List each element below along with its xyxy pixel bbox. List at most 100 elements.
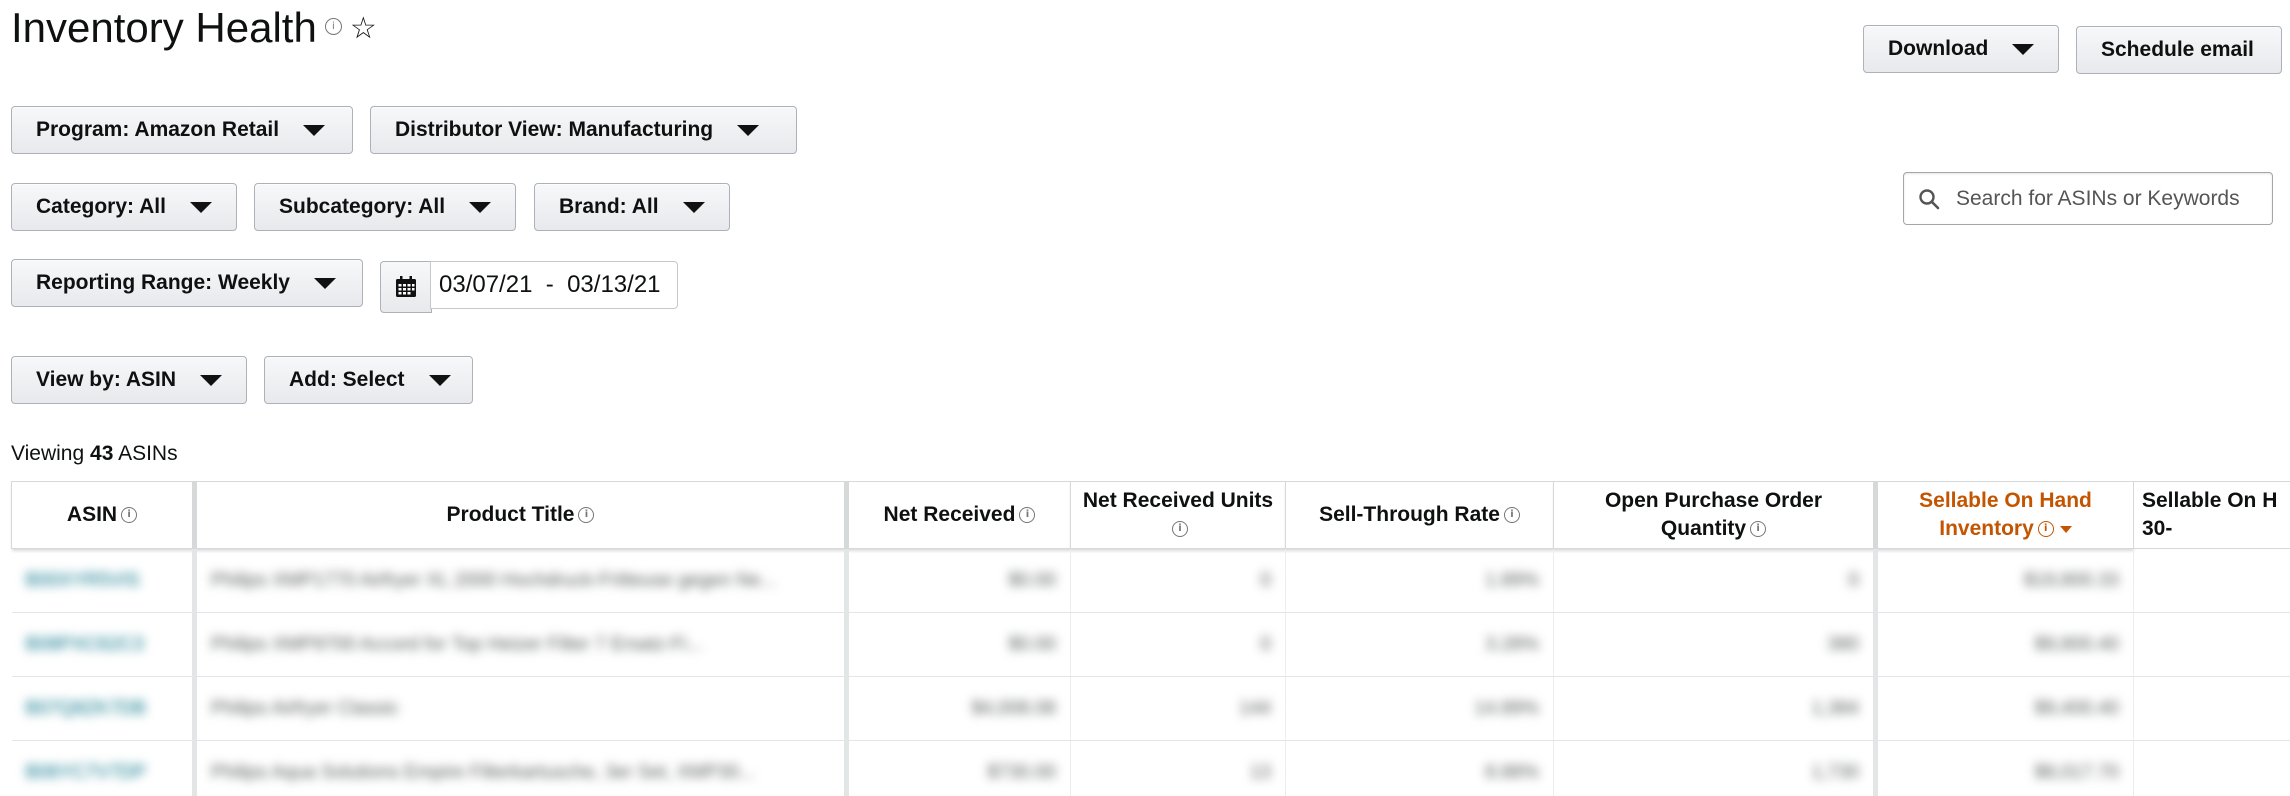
category-dropdown-label: Category: All: [36, 195, 166, 218]
subcategory-dropdown[interactable]: Subcategory: All: [254, 183, 516, 231]
date-range-input[interactable]: 03/07/21 - 03/13/21: [430, 261, 678, 309]
column-header-sellable-on-hand-inventory[interactable]: Sellable On Hand Inventory i: [1875, 481, 2134, 549]
brand-dropdown-label: Brand: All: [559, 195, 659, 218]
info-icon[interactable]: i: [1503, 507, 1520, 524]
search-input[interactable]: [1954, 185, 2258, 212]
table-cell: 8.88%: [1285, 740, 1554, 796]
info-icon[interactable]: i: [2037, 521, 2054, 538]
search-box[interactable]: [1903, 172, 2273, 225]
asin-link[interactable]: B06YC7V7DP: [11, 740, 197, 796]
table-cell: $730.00: [846, 740, 1071, 796]
view-by-dropdown[interactable]: View by: ASIN: [11, 356, 247, 404]
program-dropdown[interactable]: Program: Amazon Retail: [11, 106, 353, 154]
reporting-range-label: Reporting Range: Weekly: [36, 271, 290, 294]
sort-descending-icon: [2059, 525, 2072, 533]
table-cell: [2133, 676, 2290, 741]
column-header-label: Sellable On H 30-: [2142, 489, 2278, 540]
view-by-label: View by: ASIN: [36, 368, 177, 391]
table-header-row: ASIN i Product Title i Net Received i Net R…: [11, 481, 2290, 549]
table-cell: 13: [1070, 740, 1286, 796]
search-icon: [1919, 188, 1940, 209]
table-cell: 1,730: [1553, 740, 1878, 796]
brand-dropdown[interactable]: Brand: All: [534, 183, 730, 231]
column-header-product-title[interactable]: Product Title i: [194, 481, 849, 549]
schedule-email-button[interactable]: Schedule email: [2076, 26, 2282, 74]
distributor-view-dropdown[interactable]: Distributor View: Manufacturing: [370, 106, 797, 154]
distributor-view-label: Distributor View: Manufacturing: [395, 118, 714, 141]
table-cell: $8,017.70: [1875, 740, 2134, 796]
asin-link[interactable]: B00XYR5VIS: [11, 548, 197, 613]
table-row[interactable]: B06YC7V7DP Philips Aqua Solutions Empire …: [11, 740, 2290, 796]
column-header-open-po-quantity[interactable]: Open Purchase Order Quantity i: [1553, 481, 1878, 549]
info-icon[interactable]: i: [1172, 521, 1188, 538]
table-cell: 1.89%: [1285, 548, 1554, 613]
table-row[interactable]: B08PXC62C3 Philips XMP9700 Accord for Top…: [11, 612, 2290, 677]
table-cell: 0: [1070, 548, 1286, 613]
table-cell: 1,384: [1553, 676, 1878, 741]
column-header-net-received-units[interactable]: Net Received Units i: [1070, 481, 1286, 549]
download-button-label: Download: [1888, 37, 1989, 60]
table-cell: $0.00: [846, 548, 1071, 613]
column-header-sell-through-rate[interactable]: Sell-Through Rate i: [1285, 481, 1554, 549]
table-cell: 144: [1070, 676, 1286, 741]
subcategory-dropdown-label: Subcategory: All: [279, 195, 446, 218]
add-dropdown[interactable]: Add: Select: [264, 356, 473, 404]
chevron-down-icon: [200, 374, 223, 386]
chevron-down-icon: [428, 374, 451, 386]
result-count-number: 43: [90, 442, 114, 465]
table-cell: $9,400.40: [1875, 676, 2134, 741]
chevron-down-icon: [737, 124, 760, 136]
table-cell: $4,008.08: [846, 676, 1071, 741]
chevron-down-icon: [314, 277, 336, 289]
result-count: Viewing 43 ASINs: [11, 442, 178, 466]
table-cell: 14.89%: [1285, 676, 1554, 741]
info-icon[interactable]: i: [1750, 521, 1767, 538]
table-cell: [2133, 548, 2290, 613]
schedule-email-label: Schedule email: [2101, 38, 2254, 61]
column-header-label: Net Received Units: [1082, 489, 1274, 512]
table-cell: 0: [1553, 548, 1878, 613]
column-header-label: Open Purchase Order Quantity: [1604, 489, 1823, 540]
table-row[interactable]: B07Q8ZK7DB Philips Airfryer Classic $4,008…: [11, 676, 2290, 741]
column-header-net-received[interactable]: Net Received i: [846, 481, 1071, 549]
info-icon[interactable]: i: [578, 507, 595, 524]
page-title-text: Inventory Health: [11, 4, 317, 51]
column-header-label: Sell-Through Rate: [1319, 503, 1500, 526]
column-header-sellable-on-hand-30[interactable]: Sellable On H 30-: [2133, 481, 2290, 549]
column-header-label: Product Title: [446, 503, 575, 526]
table-cell: 3.28%: [1285, 612, 1554, 677]
chevron-down-icon: [189, 201, 212, 213]
calendar-icon: [396, 276, 416, 297]
result-count-prefix: Viewing: [11, 442, 85, 465]
table-cell: Philips Airfryer Classic: [194, 676, 849, 741]
column-header-label: Net Received: [883, 503, 1016, 526]
column-header-label: ASIN: [66, 503, 118, 526]
chevron-down-icon: [2012, 43, 2035, 55]
page-title: Inventory Health i ☆: [11, 4, 377, 52]
table-cell: $9,800.40: [1875, 612, 2134, 677]
table-cell: [2133, 612, 2290, 677]
category-dropdown[interactable]: Category: All: [11, 183, 237, 231]
add-dropdown-label: Add: Select: [289, 368, 405, 391]
star-outline-icon[interactable]: ☆: [350, 11, 377, 46]
inventory-table: ASIN i Product Title i Net Received i Net R…: [11, 481, 2290, 796]
calendar-button[interactable]: [380, 261, 432, 313]
table-cell: [2133, 740, 2290, 796]
table-cell: Philips Aqua Solutions Empire Filterkart…: [194, 740, 849, 796]
table-cell: $0.00: [846, 612, 1071, 677]
info-icon[interactable]: i: [324, 18, 342, 36]
result-count-suffix: ASINs: [118, 442, 178, 465]
table-cell: 380: [1553, 612, 1878, 677]
column-header-asin[interactable]: ASIN i: [11, 481, 197, 549]
table-row[interactable]: B00XYR5VIS Philips XMP1770 Airfryer XL 20…: [11, 548, 2290, 613]
asin-link[interactable]: B07Q8ZK7DB: [11, 676, 197, 741]
asin-link[interactable]: B08PXC62C3: [11, 612, 197, 677]
info-icon[interactable]: i: [1019, 507, 1036, 524]
table-cell: 0: [1070, 612, 1286, 677]
chevron-down-icon: [469, 201, 492, 213]
download-button[interactable]: Download: [1863, 25, 2059, 73]
table-cell: Philips XMP9700 Accord for Top Heizer Fi…: [194, 612, 849, 677]
reporting-range-dropdown[interactable]: Reporting Range: Weekly: [11, 259, 363, 307]
table-cell: $19,800.33: [1875, 548, 2134, 613]
info-icon[interactable]: i: [121, 507, 138, 524]
